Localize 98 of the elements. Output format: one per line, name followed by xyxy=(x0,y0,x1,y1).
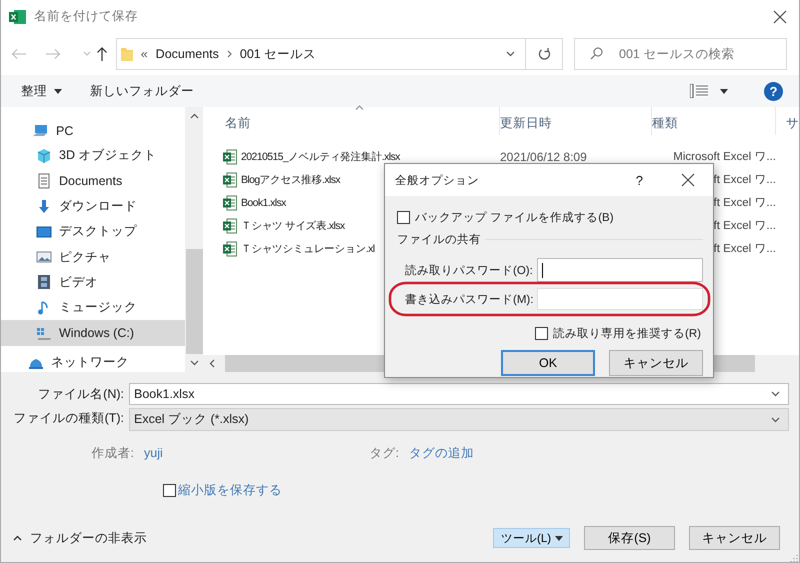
overflow-chevrons[interactable]: « xyxy=(140,47,148,61)
scroll-thumb[interactable] xyxy=(186,249,202,354)
file-type: ft Excel ワ... xyxy=(714,243,776,255)
nav-item[interactable]: ダウンロード xyxy=(1,194,185,220)
film-icon xyxy=(36,274,52,290)
field-label: 読み取りパスワード(O): xyxy=(405,264,534,278)
computer-icon xyxy=(33,122,49,139)
file-name-field[interactable]: Book1.xlsx xyxy=(129,383,789,405)
vertical-scrollbar[interactable] xyxy=(185,107,203,372)
new-folder-button[interactable]: 新しいフォルダー xyxy=(90,82,194,100)
download-icon xyxy=(36,198,52,215)
tools-menu-button[interactable]: ツール(L) xyxy=(493,528,570,548)
dialog-title: 全般オプション xyxy=(395,173,480,188)
scroll-down-icon[interactable] xyxy=(190,360,198,366)
dialog-button[interactable]: OK xyxy=(501,350,595,376)
password-field[interactable] xyxy=(537,288,703,310)
checkbox-label[interactable]: 読み取り専用を推奨する(R) xyxy=(553,326,701,340)
scroll-up-icon[interactable] xyxy=(190,113,198,119)
address-bar[interactable]: « Documents 001 セールス xyxy=(116,38,526,70)
organize-menu[interactable]: 整理 xyxy=(21,82,62,100)
dropdown-caret-icon xyxy=(506,51,516,57)
search-icon xyxy=(590,47,604,60)
nav-item[interactable]: PC xyxy=(1,118,185,144)
checkbox[interactable] xyxy=(163,484,176,497)
nav-item[interactable]: 3D オブジェクト xyxy=(1,143,185,169)
file-name[interactable]: Blogアクセス推移.xlsx xyxy=(241,172,340,186)
file-name[interactable]: Ｔシャツ サイズ表.xlsx xyxy=(241,218,345,232)
cube-icon xyxy=(36,148,52,164)
view-caret-icon xyxy=(720,88,728,94)
hide-folders-toggle[interactable]: フォルダーの非表示 xyxy=(13,530,493,546)
breadcrumb[interactable]: 001 セールス xyxy=(240,46,316,62)
spreadsheet-file-icon xyxy=(223,240,237,256)
drive-icon xyxy=(36,325,52,342)
dialog-button[interactable]: キャンセル xyxy=(689,526,780,550)
group-label: ファイルの共有 xyxy=(397,232,481,246)
resize-grip-icon[interactable] xyxy=(790,554,798,562)
help-button[interactable]: ? xyxy=(764,82,783,100)
window-title: 名前を付けて保存 xyxy=(34,8,139,25)
spreadsheet-file-icon xyxy=(223,148,237,164)
nav-item[interactable]: ピクチャ xyxy=(1,244,185,270)
file-type: Microsoft Excel ワ... xyxy=(673,151,776,163)
modified-date: 2021/06/12 8:09 xyxy=(500,150,587,164)
help-button[interactable]: ? xyxy=(636,172,643,188)
field-label: ファイル名(N): xyxy=(37,386,125,402)
file-name[interactable]: 20210515_ノベルティ発注集計.xlsx xyxy=(241,150,400,164)
spreadsheet-file-icon xyxy=(223,194,237,210)
folder-icon xyxy=(120,46,133,62)
field-label: 書き込みパスワード(M): xyxy=(405,292,534,306)
refresh-icon xyxy=(538,47,551,61)
password-field[interactable] xyxy=(537,258,703,282)
file-type: ft Excel ワ... xyxy=(714,174,776,186)
chevron-right-icon xyxy=(226,50,232,58)
field-label: タグ: xyxy=(368,444,399,462)
checkbox-label[interactable]: バックアップ ファイルを作成する(B) xyxy=(415,210,614,224)
picture-icon xyxy=(36,249,52,266)
nav-item[interactable]: Windows (C:) xyxy=(1,320,185,346)
close-icon[interactable] xyxy=(681,173,695,187)
nav-item[interactable]: ビデオ xyxy=(1,270,185,296)
scroll-left-icon[interactable] xyxy=(208,359,214,368)
add-tag-link[interactable]: タグの追加 xyxy=(409,444,629,462)
checkbox[interactable] xyxy=(397,210,410,224)
caret-icon xyxy=(555,536,563,540)
file-name[interactable]: Book1.xlsx xyxy=(241,196,286,208)
caret-icon xyxy=(771,391,780,397)
search-field[interactable]: 001 セールスの検索 xyxy=(574,38,788,70)
monitor-icon xyxy=(36,224,52,240)
dialog-button[interactable]: 保存(S) xyxy=(584,526,675,550)
up-arrow-icon[interactable] xyxy=(96,46,108,62)
spreadsheet-app-icon xyxy=(9,8,26,24)
field-label: ファイルの種類(T): xyxy=(12,410,125,426)
column-header[interactable]: サ xyxy=(776,107,799,135)
file-type: ft Excel ワ... xyxy=(714,220,776,232)
nav-item[interactable]: ミュージック xyxy=(1,295,185,320)
spreadsheet-file-icon xyxy=(223,172,237,188)
document-icon xyxy=(36,173,52,190)
chevron-up-icon xyxy=(13,535,22,541)
caret-icon xyxy=(54,88,62,94)
nav-item[interactable]: デスクトップ xyxy=(1,219,185,244)
column-header[interactable]: 種類 xyxy=(652,107,776,135)
spreadsheet-file-icon xyxy=(223,218,237,234)
nav-item[interactable]: Documents xyxy=(1,168,185,194)
nav-item[interactable]: ネットワーク xyxy=(1,352,185,372)
field-label: 作成者: xyxy=(90,444,134,462)
dialog-button[interactable]: キャンセル xyxy=(609,350,703,376)
breadcrumb[interactable]: Documents xyxy=(156,47,219,61)
caret-icon xyxy=(771,416,780,422)
text-cursor xyxy=(542,262,544,278)
checkbox-label[interactable]: 縮小版を保存する xyxy=(178,482,282,499)
close-icon[interactable] xyxy=(773,10,787,24)
file-type-dropdown[interactable]: Excel ブック (*.xlsx) xyxy=(129,408,789,431)
refresh-button[interactable] xyxy=(526,38,564,70)
file-name[interactable]: Ｔシャツシミュレーション.xl xyxy=(241,242,375,256)
column-header[interactable]: 更新日時 xyxy=(500,107,652,135)
file-type: ft Excel ワ... xyxy=(714,197,776,209)
column-header[interactable]: 名前 xyxy=(225,107,500,135)
author-link[interactable]: yuji xyxy=(144,446,364,460)
view-options-icon[interactable] xyxy=(690,84,708,98)
checkbox[interactable] xyxy=(535,326,548,340)
